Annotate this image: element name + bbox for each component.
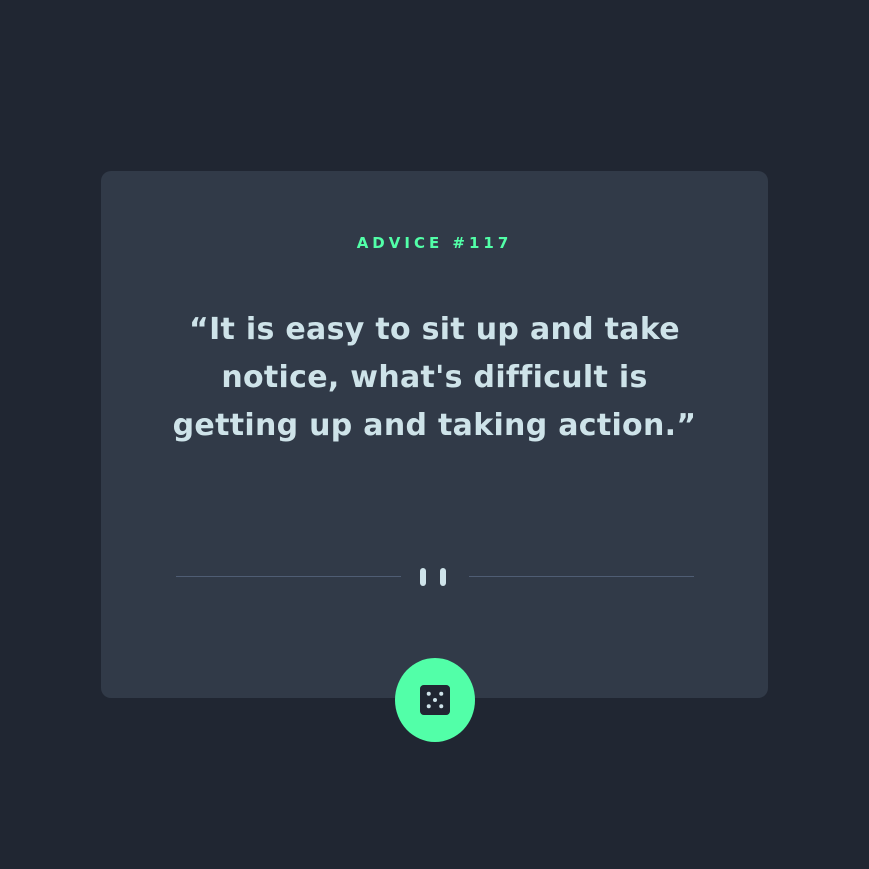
generate-advice-button[interactable] xyxy=(395,658,475,742)
divider-line-right xyxy=(469,576,694,577)
divider xyxy=(176,567,694,587)
pause-bar-right xyxy=(440,568,446,586)
page: ADVICE #117 “It is easy to sit up and ta… xyxy=(0,0,869,869)
advice-quote: “It is easy to sit up and take notice, w… xyxy=(172,312,697,443)
divider-line-left xyxy=(176,576,401,577)
dice-icon xyxy=(420,685,450,715)
advice-id: ADVICE #117 xyxy=(356,234,513,252)
pause-icon xyxy=(420,567,450,587)
pause-bar-left xyxy=(420,568,426,586)
advice-card: ADVICE #117 “It is easy to sit up and ta… xyxy=(101,171,768,698)
